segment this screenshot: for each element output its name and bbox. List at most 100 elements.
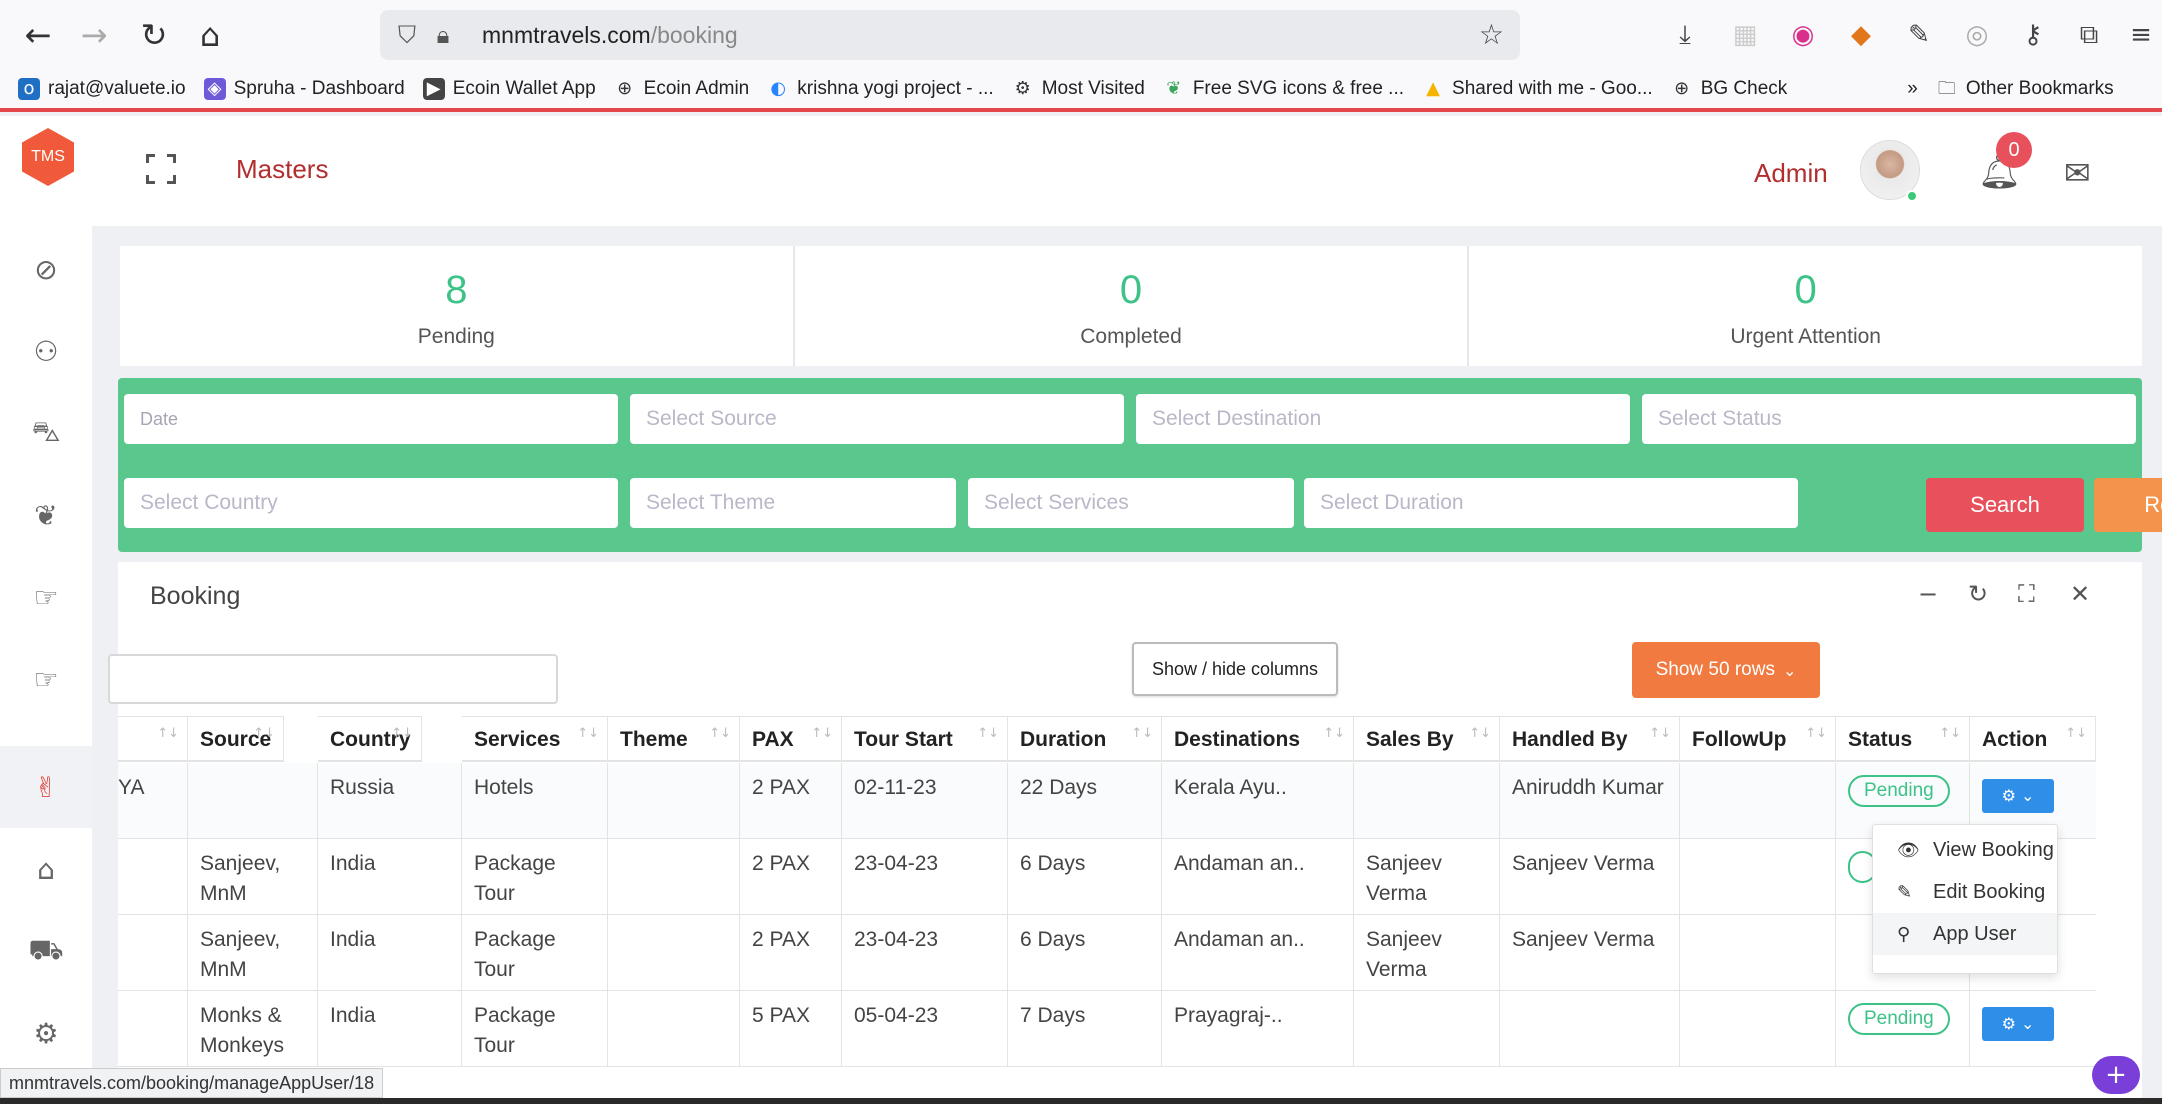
page-title[interactable]: Masters: [236, 154, 328, 185]
extension-icon[interactable]: ◉: [1786, 18, 1820, 52]
chevron-more-icon[interactable]: »: [1907, 78, 1918, 100]
bookmark-item[interactable]: ❦ Free SVG icons & free ...: [1163, 78, 1404, 100]
bookmark-item[interactable]: ◐ krishna yogi project - ...: [767, 78, 993, 100]
country-select[interactable]: Select Country: [124, 478, 618, 528]
sort-icon[interactable]: ↑↓: [1131, 711, 1153, 757]
sort-icon[interactable]: ↑↓: [2065, 711, 2087, 757]
home-icon[interactable]: ⌂: [190, 15, 230, 55]
table-row[interactable]: Sanjeev, MnM India Package Tour 2 PAX 23…: [118, 839, 2096, 915]
shield-icon[interactable]: ⛉: [392, 20, 422, 50]
menu-icon[interactable]: ≡: [2124, 18, 2158, 52]
stat-completed[interactable]: 0 Completed: [795, 246, 1470, 366]
bookmark-item[interactable]: o rajat@valuete.io: [18, 78, 186, 100]
lock-icon[interactable]: 🔒︎: [428, 20, 458, 50]
bookmark-star-icon[interactable]: ☆: [1479, 18, 1504, 51]
bed-icon[interactable]: ⛍: [0, 392, 92, 474]
plus-icon[interactable]: +: [2092, 1056, 2140, 1094]
column-header[interactable]: Tour Start ↑↓: [842, 716, 1008, 762]
action-button[interactable]: ⚙ ⌄: [1982, 779, 2054, 813]
destination-select[interactable]: Select Destination: [1136, 394, 1630, 444]
status-select[interactable]: Select Status: [1642, 394, 2136, 444]
column-header[interactable]: Country ↑↓: [318, 716, 422, 762]
table-search-input[interactable]: [108, 654, 558, 704]
hand-icon[interactable]: ☞: [0, 638, 92, 720]
puzzle-icon[interactable]: ⧉: [2072, 18, 2106, 52]
column-header[interactable]: FollowUp ↑↓: [1680, 716, 1836, 762]
source-select[interactable]: Select Source: [630, 394, 1124, 444]
sort-icon[interactable]: ↑↓: [1323, 711, 1345, 757]
column-header[interactable]: Services ↑↓: [462, 716, 608, 762]
show-hide-columns-button[interactable]: Show / hide columns: [1132, 642, 1338, 696]
column-header[interactable]: Source ↑↓: [188, 716, 284, 762]
sort-icon[interactable]: ↑↓: [1469, 711, 1491, 757]
sort-icon[interactable]: ↑↓: [1805, 711, 1827, 757]
refresh-icon[interactable]: ↻: [1968, 580, 1988, 608]
bookmark-item[interactable]: ◈ Spruha - Dashboard: [203, 78, 405, 100]
other-bookmarks[interactable]: 🗀︎ Other Bookmarks: [1936, 78, 2114, 100]
column-header[interactable]: Status ↑↓: [1836, 716, 1970, 762]
column-header[interactable]: Duration ↑↓: [1008, 716, 1162, 762]
compass-icon[interactable]: ⊘: [0, 228, 92, 310]
action-button[interactable]: ⚙ ⌄: [1982, 1007, 2054, 1041]
bookmark-item[interactable]: ⊕ BG Check: [1671, 78, 1787, 100]
show-rows-button[interactable]: Show 50 rows ⌄: [1632, 642, 1820, 698]
users-icon[interactable]: ⚇: [0, 310, 92, 392]
extension-icon[interactable]: ◎: [1960, 18, 1994, 52]
forward-icon[interactable]: →: [74, 15, 114, 55]
app-user-item[interactable]: ⚲ App User: [1873, 913, 2057, 955]
sort-icon[interactable]: ↑↓: [391, 711, 413, 757]
leaf-icon[interactable]: ❦: [0, 474, 92, 556]
view-booking-item[interactable]: 👁︎ View Booking: [1873, 829, 2057, 871]
chip-icon[interactable]: ⚙: [0, 992, 92, 1074]
key-icon[interactable]: ⚷: [2016, 18, 2050, 52]
stat-urgent[interactable]: 0 Urgent Attention: [1469, 246, 2142, 366]
duration-select[interactable]: Select Duration: [1304, 478, 1798, 528]
column-header[interactable]: Destinations ↑↓: [1162, 716, 1354, 762]
mail-icon[interactable]: ✉: [2064, 154, 2091, 192]
column-header[interactable]: ↑↓: [118, 716, 188, 762]
hand-icon[interactable]: ☞: [0, 556, 92, 638]
column-header[interactable]: PAX ↑↓: [740, 716, 842, 762]
metamask-icon[interactable]: ◆: [1844, 18, 1878, 52]
search-button[interactable]: Search: [1926, 478, 2084, 532]
peace-icon[interactable]: ✌: [0, 746, 92, 828]
url-text[interactable]: mnmtravels.com/booking: [482, 22, 738, 49]
services-select[interactable]: Select Services: [968, 478, 1294, 528]
download-icon[interactable]: ⤓: [1668, 18, 1702, 52]
sort-icon[interactable]: ↑↓: [1939, 711, 1961, 757]
bookmark-item[interactable]: ▲ Shared with me - Goo...: [1422, 78, 1653, 100]
minimize-icon[interactable]: −: [1918, 580, 1938, 608]
column-header[interactable]: Sales By ↑↓: [1354, 716, 1500, 762]
sort-icon[interactable]: ↑↓: [253, 711, 275, 757]
stat-pending[interactable]: 8 Pending: [120, 246, 795, 366]
close-icon[interactable]: ✕: [2070, 580, 2090, 608]
sort-icon[interactable]: ↑↓: [977, 711, 999, 757]
edit-booking-item[interactable]: ✎ Edit Booking: [1873, 871, 2057, 913]
fullscreen-icon[interactable]: [146, 154, 176, 184]
sort-icon[interactable]: ↑↓: [811, 711, 833, 757]
sort-icon[interactable]: ↑↓: [1649, 711, 1671, 757]
table-row[interactable]: Monks & Monkeys India Package Tour 5 PAX…: [118, 991, 2096, 1067]
table-row[interactable]: Sanjeev, MnM India Package Tour 2 PAX 23…: [118, 915, 2096, 991]
theme-select[interactable]: Select Theme: [630, 478, 956, 528]
expand-icon[interactable]: ⛶: [2018, 580, 2035, 608]
user-name[interactable]: Admin: [1754, 158, 1828, 189]
bank-icon[interactable]: ⌂: [0, 828, 92, 910]
date-input[interactable]: Date: [124, 394, 618, 444]
back-icon[interactable]: ←: [18, 15, 58, 55]
extension-icon[interactable]: ▦: [1728, 18, 1762, 52]
column-header[interactable]: Action ↑↓: [1970, 716, 2096, 762]
tms-logo[interactable]: TMS: [22, 128, 74, 186]
eyedropper-icon[interactable]: ✎: [1902, 18, 1936, 52]
sort-icon[interactable]: ↑↓: [157, 711, 179, 757]
address-bar[interactable]: ⛉ 🔒︎ mnmtravels.com/booking ☆: [380, 10, 1520, 60]
reload-icon[interactable]: ↻: [134, 15, 174, 55]
sort-icon[interactable]: ↑↓: [709, 711, 731, 757]
reset-button[interactable]: Reset: [2094, 478, 2162, 532]
table-row[interactable]: YA Russia Hotels 2 PAX 02-11-23 22 Days …: [118, 763, 2096, 839]
bookmark-item[interactable]: ⚙ Most Visited: [1012, 78, 1145, 100]
bookmark-item[interactable]: ⊕ Ecoin Admin: [614, 78, 749, 100]
sort-icon[interactable]: ↑↓: [577, 711, 599, 757]
column-header[interactable]: Theme ↑↓: [608, 716, 740, 762]
bookmark-item[interactable]: ▶ Ecoin Wallet App: [422, 78, 596, 100]
